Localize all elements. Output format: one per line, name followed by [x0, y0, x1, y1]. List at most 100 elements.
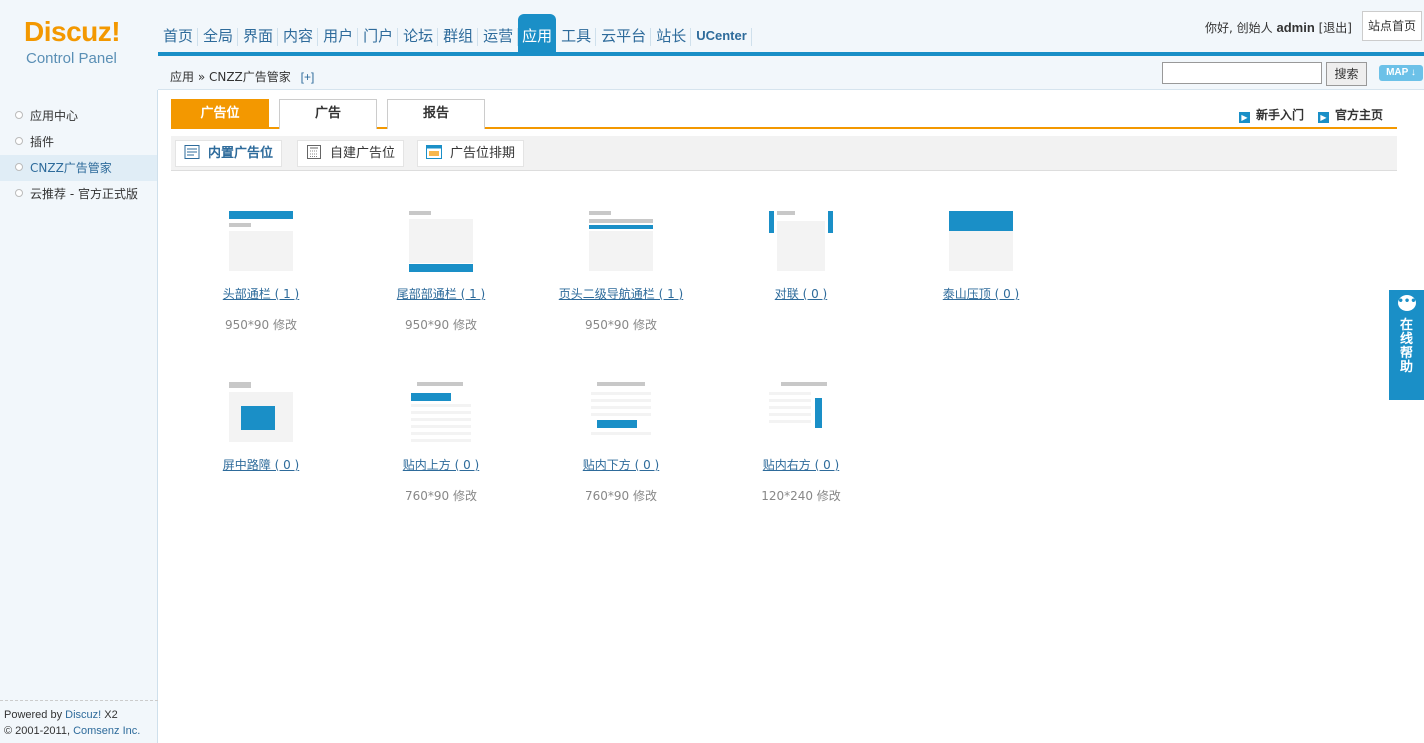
nav-item-ucenter[interactable]: UCenter [691, 14, 752, 52]
sidebar-item-plugins[interactable]: 插件 [0, 129, 157, 155]
greeting: 你好, 创始人 [1205, 21, 1273, 35]
ad-slot-title[interactable]: 尾部部通栏 ( 1 ) [351, 285, 531, 302]
main-content: 广告位 广告 报告 ▶ 新手入门 ▶ 官方主页 内置广告位 自建广告位 广告位排期 [171, 99, 1397, 171]
ad-slot-subnav-banner: 页头二级导航通栏 ( 1 ) 950*90 修改 [531, 207, 711, 333]
ad-slot-title[interactable]: 贴内右方 ( 0 ) [711, 456, 891, 473]
layout-couplet-icon [769, 207, 833, 271]
ad-slot-title[interactable]: 页头二级导航通栏 ( 1 ) [531, 285, 711, 302]
ad-slot-post-bottom: 贴内下方 ( 0 ) 760*90 修改 [531, 378, 711, 504]
tab-ads[interactable]: 广告 [279, 99, 377, 129]
ad-slot-title[interactable]: 贴内下方 ( 0 ) [531, 456, 711, 473]
ad-slot-post-right: 贴内右方 ( 0 ) 120*240 修改 [711, 378, 891, 504]
subtab-bar: 内置广告位 自建广告位 广告位排期 [171, 136, 1397, 171]
table-icon [307, 145, 321, 159]
arrow-right-icon: ▶ [1318, 112, 1329, 123]
layout-footer-icon [409, 207, 473, 272]
nav-item-operation[interactable]: 运营 [478, 14, 519, 52]
ad-slot-dims[interactable]: 950*90 修改 [531, 316, 711, 333]
sidebar-list: 应用中心 插件 CNZZ广告管家 云推荐 - 官方正式版 [0, 90, 157, 207]
document-icon [184, 145, 200, 159]
search-input[interactable] [1162, 62, 1322, 84]
subtab-schedule-label: 广告位排期 [450, 146, 516, 161]
sidebar-item-cloud-recommend[interactable]: 云推荐 - 官方正式版 [0, 181, 157, 207]
ad-slot-header-banner: 头部通栏 ( 1 ) 950*90 修改 [171, 207, 351, 333]
layout-roadblock-icon [229, 378, 293, 442]
ad-slot-dims[interactable]: 950*90 修改 [171, 316, 351, 333]
subtab-schedule[interactable]: 广告位排期 [417, 140, 525, 167]
nav-item-style[interactable]: 界面 [238, 14, 279, 52]
breadcrumb: 应用 » CNZZ广告管家 [+] [170, 68, 314, 85]
arrow-right-icon: ▶ [1239, 112, 1250, 123]
nav-item-webmaster[interactable]: 站长 [651, 14, 692, 52]
ad-slot-dims[interactable]: 760*90 修改 [351, 487, 531, 504]
calendar-icon [426, 145, 442, 159]
nav-item-tools[interactable]: 工具 [556, 14, 597, 52]
top-nav: 首页 全局 界面 内容 用户 门户 论坛 群组 运营 应用 工具 云平台 站长 … [158, 14, 752, 52]
ad-slot-title[interactable]: 贴内上方 ( 0 ) [351, 456, 531, 473]
username: admin [1276, 20, 1315, 35]
search-button[interactable]: 搜索 [1326, 62, 1367, 86]
ad-slot-dims[interactable]: 950*90 修改 [351, 316, 531, 333]
beginner-link[interactable]: ▶ 新手入门 [1239, 106, 1304, 123]
nav-item-content[interactable]: 内容 [278, 14, 319, 52]
layout-post-right-icon [769, 378, 833, 442]
map-button[interactable]: MAP ↓ [1379, 65, 1423, 81]
logo-brand: Discuz! [24, 16, 121, 47]
tab-bar: 广告位 广告 报告 ▶ 新手入门 ▶ 官方主页 [171, 99, 1397, 129]
ad-slot-dims[interactable]: 760*90 修改 [531, 487, 711, 504]
nav-item-user[interactable]: 用户 [318, 14, 359, 52]
comsenz-link[interactable]: Comsenz Inc. [73, 725, 140, 737]
layout-post-top-icon [409, 378, 473, 442]
logo[interactable]: Discuz! Control Panel [0, 0, 158, 90]
ad-slot-dims[interactable]: 120*240 修改 [711, 487, 891, 504]
logo-subtitle: Control Panel [26, 50, 117, 67]
nav-item-apps[interactable]: 应用 [518, 14, 557, 52]
ad-slot-title[interactable]: 屏中路障 ( 0 ) [171, 456, 351, 473]
tab-ad-slots[interactable]: 广告位 [171, 99, 269, 129]
subtab-builtin[interactable]: 内置广告位 [175, 140, 283, 167]
ad-slot-title[interactable]: 对联 ( 0 ) [711, 285, 891, 302]
discuz-link[interactable]: Discuz! [65, 709, 101, 721]
online-help-tab[interactable]: ••• 在线帮助 [1389, 290, 1424, 400]
sidebar-item-cnzz[interactable]: CNZZ广告管家 [0, 155, 157, 181]
ad-slot-top-overlay: 泰山压顶 ( 0 ) [891, 207, 1071, 316]
official-label: 官方主页 [1335, 108, 1384, 122]
header: Discuz! Control Panel 首页 全局 界面 内容 用户 门户 … [0, 0, 1424, 90]
official-site-link[interactable]: ▶ 官方主页 [1318, 106, 1383, 123]
nav-item-portal[interactable]: 门户 [358, 14, 399, 52]
footer-text: Powered by [4, 709, 66, 721]
user-info: 你好, 创始人 admin [退出] [1205, 19, 1352, 36]
site-home-button[interactable]: 站点首页 [1362, 11, 1422, 41]
sidebar-item-app-center[interactable]: 应用中心 [0, 103, 157, 129]
logout-link[interactable]: [退出] [1319, 21, 1352, 35]
ad-slot-roadblock: 屏中路障 ( 0 ) [171, 378, 351, 487]
add-shortcut-link[interactable]: [+] [301, 70, 315, 84]
footer-year: © 2001-2011, [4, 725, 74, 737]
ad-slot-title[interactable]: 头部通栏 ( 1 ) [171, 285, 351, 302]
footer-version: X2 [101, 709, 118, 721]
footer-powered-by: Powered by Discuz! X2 [4, 707, 154, 723]
sidebar: 应用中心 插件 CNZZ广告管家 云推荐 - 官方正式版 Powered by … [0, 90, 158, 743]
nav-item-global[interactable]: 全局 [198, 14, 239, 52]
ad-slot-footer-banner: 尾部部通栏 ( 1 ) 950*90 修改 [351, 207, 531, 333]
online-help-label: 在线帮助 [1399, 318, 1413, 375]
nav-item-group[interactable]: 群组 [438, 14, 479, 52]
footer: Powered by Discuz! X2 © 2001-2011, Comse… [0, 700, 158, 743]
nav-item-home[interactable]: 首页 [158, 14, 199, 52]
ad-slot-title[interactable]: 泰山压顶 ( 0 ) [891, 285, 1071, 302]
nav-item-forum[interactable]: 论坛 [398, 14, 439, 52]
layout-overlay-icon [949, 207, 1013, 271]
subtab-custom[interactable]: 自建广告位 [297, 140, 405, 167]
nav-item-cloud[interactable]: 云平台 [596, 14, 652, 52]
ad-slot-post-top: 贴内上方 ( 0 ) 760*90 修改 [351, 378, 531, 504]
layout-subnav-icon [589, 207, 653, 271]
ad-slot-couplet: 对联 ( 0 ) [711, 207, 891, 316]
tab-reports[interactable]: 报告 [387, 99, 485, 129]
subtab-builtin-label: 内置广告位 [208, 146, 274, 161]
layout-header-icon [229, 207, 293, 271]
chat-bubble-icon: ••• [1397, 295, 1417, 311]
layout-post-bottom-icon [589, 378, 653, 442]
sub-bar: 应用 » CNZZ广告管家 [+] 搜索 MAP ↓ [158, 56, 1424, 90]
subtab-custom-label: 自建广告位 [330, 146, 396, 161]
beginner-label: 新手入门 [1256, 108, 1305, 122]
